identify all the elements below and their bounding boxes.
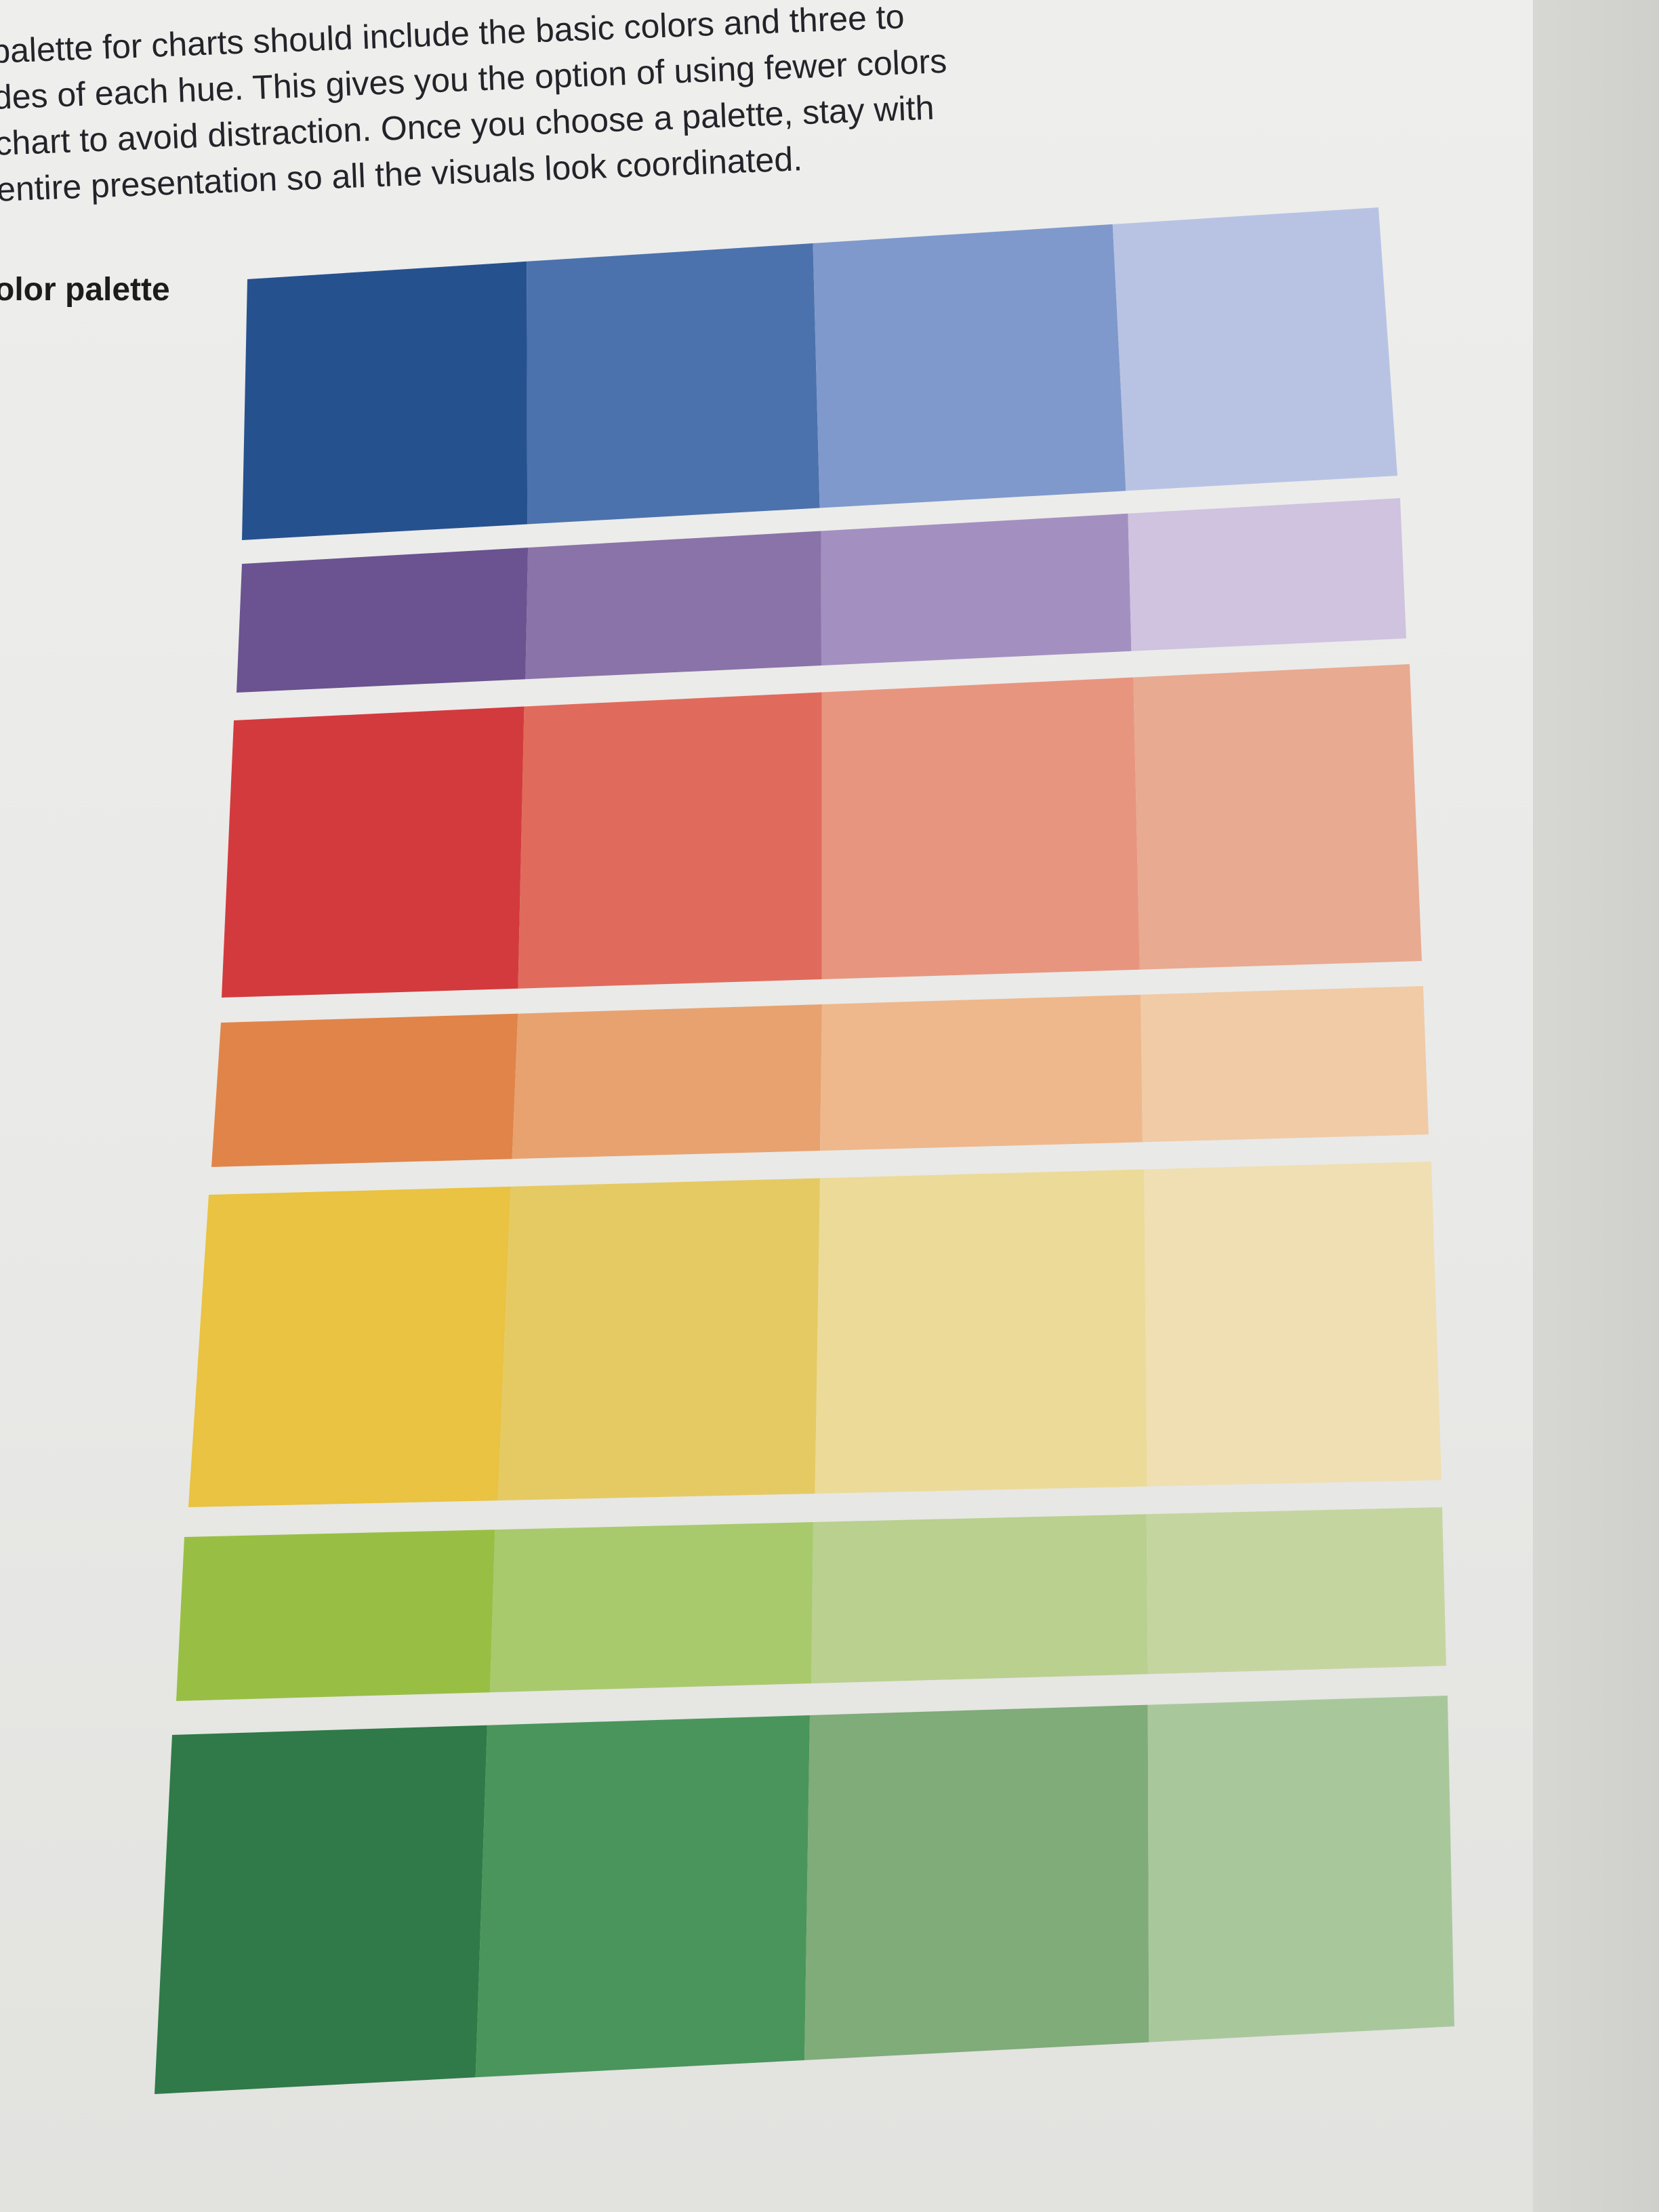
purple-swatch-3 <box>821 513 1132 665</box>
lime-swatch-3 <box>811 1514 1148 1683</box>
green-swatch-1 <box>155 1725 487 2094</box>
orange-swatch-2 <box>512 1004 822 1160</box>
orange-swatch-3 <box>820 994 1143 1151</box>
blue-swatch-4 <box>1112 207 1397 491</box>
orange-swatch-row <box>211 986 1429 1167</box>
blue-swatch-row <box>242 207 1397 540</box>
red-swatch-2 <box>518 692 822 989</box>
orange-swatch-1 <box>211 1013 518 1167</box>
lime-swatch-2 <box>489 1522 813 1693</box>
red-swatch-4 <box>1133 664 1422 970</box>
green-swatch-row <box>155 1696 1454 2094</box>
yellow-swatch-1 <box>188 1186 511 1507</box>
yellow-swatch-3 <box>815 1169 1147 1494</box>
green-swatch-3 <box>804 1704 1149 2060</box>
lime-swatch-1 <box>176 1530 495 1701</box>
green-swatch-4 <box>1147 1696 1454 2043</box>
color-palette-figure <box>155 207 1454 2094</box>
lime-swatch-row <box>176 1507 1446 1701</box>
red-swatch-3 <box>821 677 1140 979</box>
purple-swatch-2 <box>525 531 821 680</box>
blue-swatch-1 <box>242 261 528 540</box>
lime-swatch-4 <box>1146 1507 1446 1675</box>
purple-swatch-4 <box>1128 498 1406 651</box>
yellow-swatch-row <box>188 1162 1441 1507</box>
blue-swatch-2 <box>527 243 820 525</box>
yellow-swatch-4 <box>1144 1162 1441 1487</box>
red-swatch-1 <box>222 706 525 998</box>
red-swatch-row <box>222 664 1422 998</box>
purple-swatch-1 <box>237 548 529 693</box>
blue-swatch-3 <box>813 224 1126 508</box>
green-swatch-2 <box>475 1715 810 2078</box>
orange-swatch-4 <box>1141 986 1429 1143</box>
yellow-swatch-2 <box>497 1178 820 1501</box>
